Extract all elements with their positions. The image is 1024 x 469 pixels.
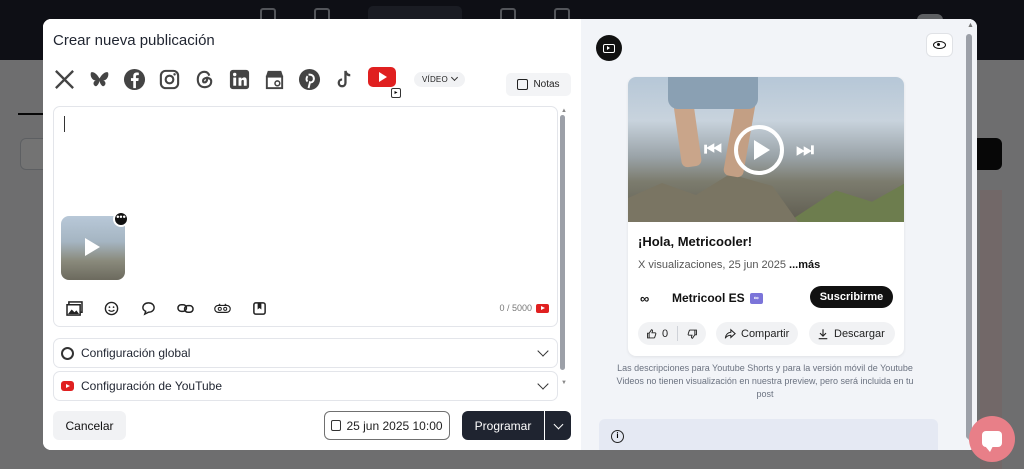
scroll-down-icon[interactable]: ▼ [561, 380, 567, 386]
post-text-editor[interactable]: ••• 0 / 5000 [53, 106, 558, 327]
bluesky-icon[interactable] [88, 68, 111, 91]
preview-views-date: X visualizaciones, 25 jun 2025 [638, 259, 786, 271]
create-post-modal: Crear nueva publicación ▸ VÍDEO Notas ••… [43, 19, 977, 450]
youtube-config-label: Configuración de YouTube [81, 379, 222, 393]
chevron-down-icon [553, 419, 563, 429]
char-count-text: 0 / 5000 [499, 303, 532, 313]
preview-meta: X visualizaciones, 25 jun 2025 ...más [638, 259, 820, 271]
media-gallery-icon[interactable] [66, 301, 83, 316]
global-config-accordion[interactable]: Configuración global [53, 338, 558, 368]
date-picker-button[interactable]: 25 jun 2025 10:00 [324, 411, 450, 440]
chevron-down-icon [537, 345, 549, 357]
composer-pane: Crear nueva publicación ▸ VÍDEO Notas ••… [43, 19, 581, 450]
video-format-badge-icon: ▸ [391, 88, 401, 98]
preview-visibility-button[interactable] [926, 33, 953, 57]
download-label: Descargar [834, 327, 885, 340]
skip-next-icon[interactable]: ⏭ [796, 139, 814, 162]
skip-previous-icon[interactable]: ⏮ [704, 139, 722, 162]
ai-assistant-icon[interactable] [214, 301, 231, 316]
eye-icon [933, 41, 946, 49]
chevron-down-icon [450, 73, 458, 82]
preview-title: ¡Hola, Metricooler! [638, 234, 753, 249]
scroll-up-icon[interactable]: ▲ [967, 22, 974, 29]
schedule-button[interactable]: Programar [462, 411, 544, 440]
notes-label: Notas [533, 79, 560, 90]
modal-scrollbar[interactable] [966, 34, 972, 439]
emoji-icon[interactable] [103, 301, 120, 316]
channel-name: Metricool ES ∞ [672, 291, 763, 305]
like-dislike-pill: 0 [638, 322, 706, 345]
download-icon [818, 328, 828, 339]
share-button[interactable]: Compartir [716, 322, 798, 345]
channel-avatar-icon: ∞ [640, 291, 649, 306]
subscribe-button[interactable]: Suscribirme [810, 286, 893, 308]
date-label: 25 jun 2025 10:00 [346, 418, 443, 433]
global-config-label: Configuración global [81, 346, 191, 360]
youtube-icon [596, 35, 622, 61]
play-icon [85, 238, 100, 256]
chevron-down-icon [537, 378, 549, 390]
text-cursor [64, 116, 65, 132]
info-box: i [599, 419, 938, 450]
youtube-config-accordion[interactable]: Configuración de YouTube [53, 371, 558, 401]
video-type-dropdown[interactable]: VÍDEO [414, 71, 465, 87]
note-icon [517, 79, 529, 90]
threads-icon[interactable] [193, 68, 216, 91]
more-link[interactable]: ...más [789, 259, 820, 271]
share-label: Compartir [741, 327, 790, 340]
youtube-icon [536, 303, 549, 313]
info-icon: i [611, 430, 624, 443]
instagram-icon[interactable] [158, 68, 181, 91]
pinterest-icon[interactable] [298, 68, 321, 91]
video-controls: ⏮ ⏭ [704, 125, 814, 175]
media-thumbnail[interactable] [61, 216, 125, 280]
modal-title: Crear nueva publicación [53, 32, 215, 49]
preview-disclaimer: Las descripciones para Youtube Shorts y … [616, 363, 914, 399]
x-icon[interactable] [53, 68, 76, 91]
link-icon[interactable] [177, 301, 194, 316]
chat-support-button[interactable] [969, 416, 1015, 462]
play-icon[interactable] [734, 125, 784, 175]
network-selector: ▸ VÍDEO [53, 67, 465, 98]
preview-pane: ⏮ ⏭ ¡Hola, Metricooler! X visualizacione… [581, 19, 977, 450]
char-counter: 0 / 5000 [499, 303, 549, 313]
linkedin-icon[interactable] [228, 68, 251, 91]
facebook-icon[interactable] [123, 68, 146, 91]
tiktok-icon[interactable] [333, 68, 356, 91]
comment-icon[interactable] [140, 301, 157, 316]
thumbs-up-icon[interactable] [646, 328, 657, 340]
google-business-icon[interactable] [263, 68, 286, 91]
editor-toolbar [66, 301, 268, 316]
cancel-button[interactable]: Cancelar [53, 411, 126, 440]
youtube-icon [61, 381, 74, 391]
schedule-options-button[interactable] [545, 411, 571, 440]
channel-name-text: Metricool ES [672, 291, 745, 305]
youtube-icon[interactable]: ▸ [368, 67, 401, 98]
chat-icon [982, 431, 1002, 452]
verified-badge-icon: ∞ [749, 292, 763, 304]
share-icon [724, 328, 736, 339]
canva-design-icon[interactable] [251, 301, 268, 316]
scroll-up-icon[interactable]: ▲ [561, 108, 567, 114]
youtube-preview-card: ⏮ ⏭ ¡Hola, Metricooler! X visualizacione… [628, 77, 904, 356]
gear-icon [61, 346, 74, 360]
video-preview[interactable]: ⏮ ⏭ [628, 77, 904, 222]
like-count: 0 [661, 327, 669, 340]
notes-button[interactable]: Notas [506, 73, 571, 96]
calendar-icon [331, 420, 342, 431]
more-options-icon[interactable]: ••• [113, 211, 129, 227]
video-type-label: VÍDEO [422, 74, 448, 84]
composer-scrollbar[interactable] [560, 115, 565, 370]
thumbs-down-icon[interactable] [687, 328, 698, 340]
download-button[interactable]: Descargar [809, 322, 895, 345]
